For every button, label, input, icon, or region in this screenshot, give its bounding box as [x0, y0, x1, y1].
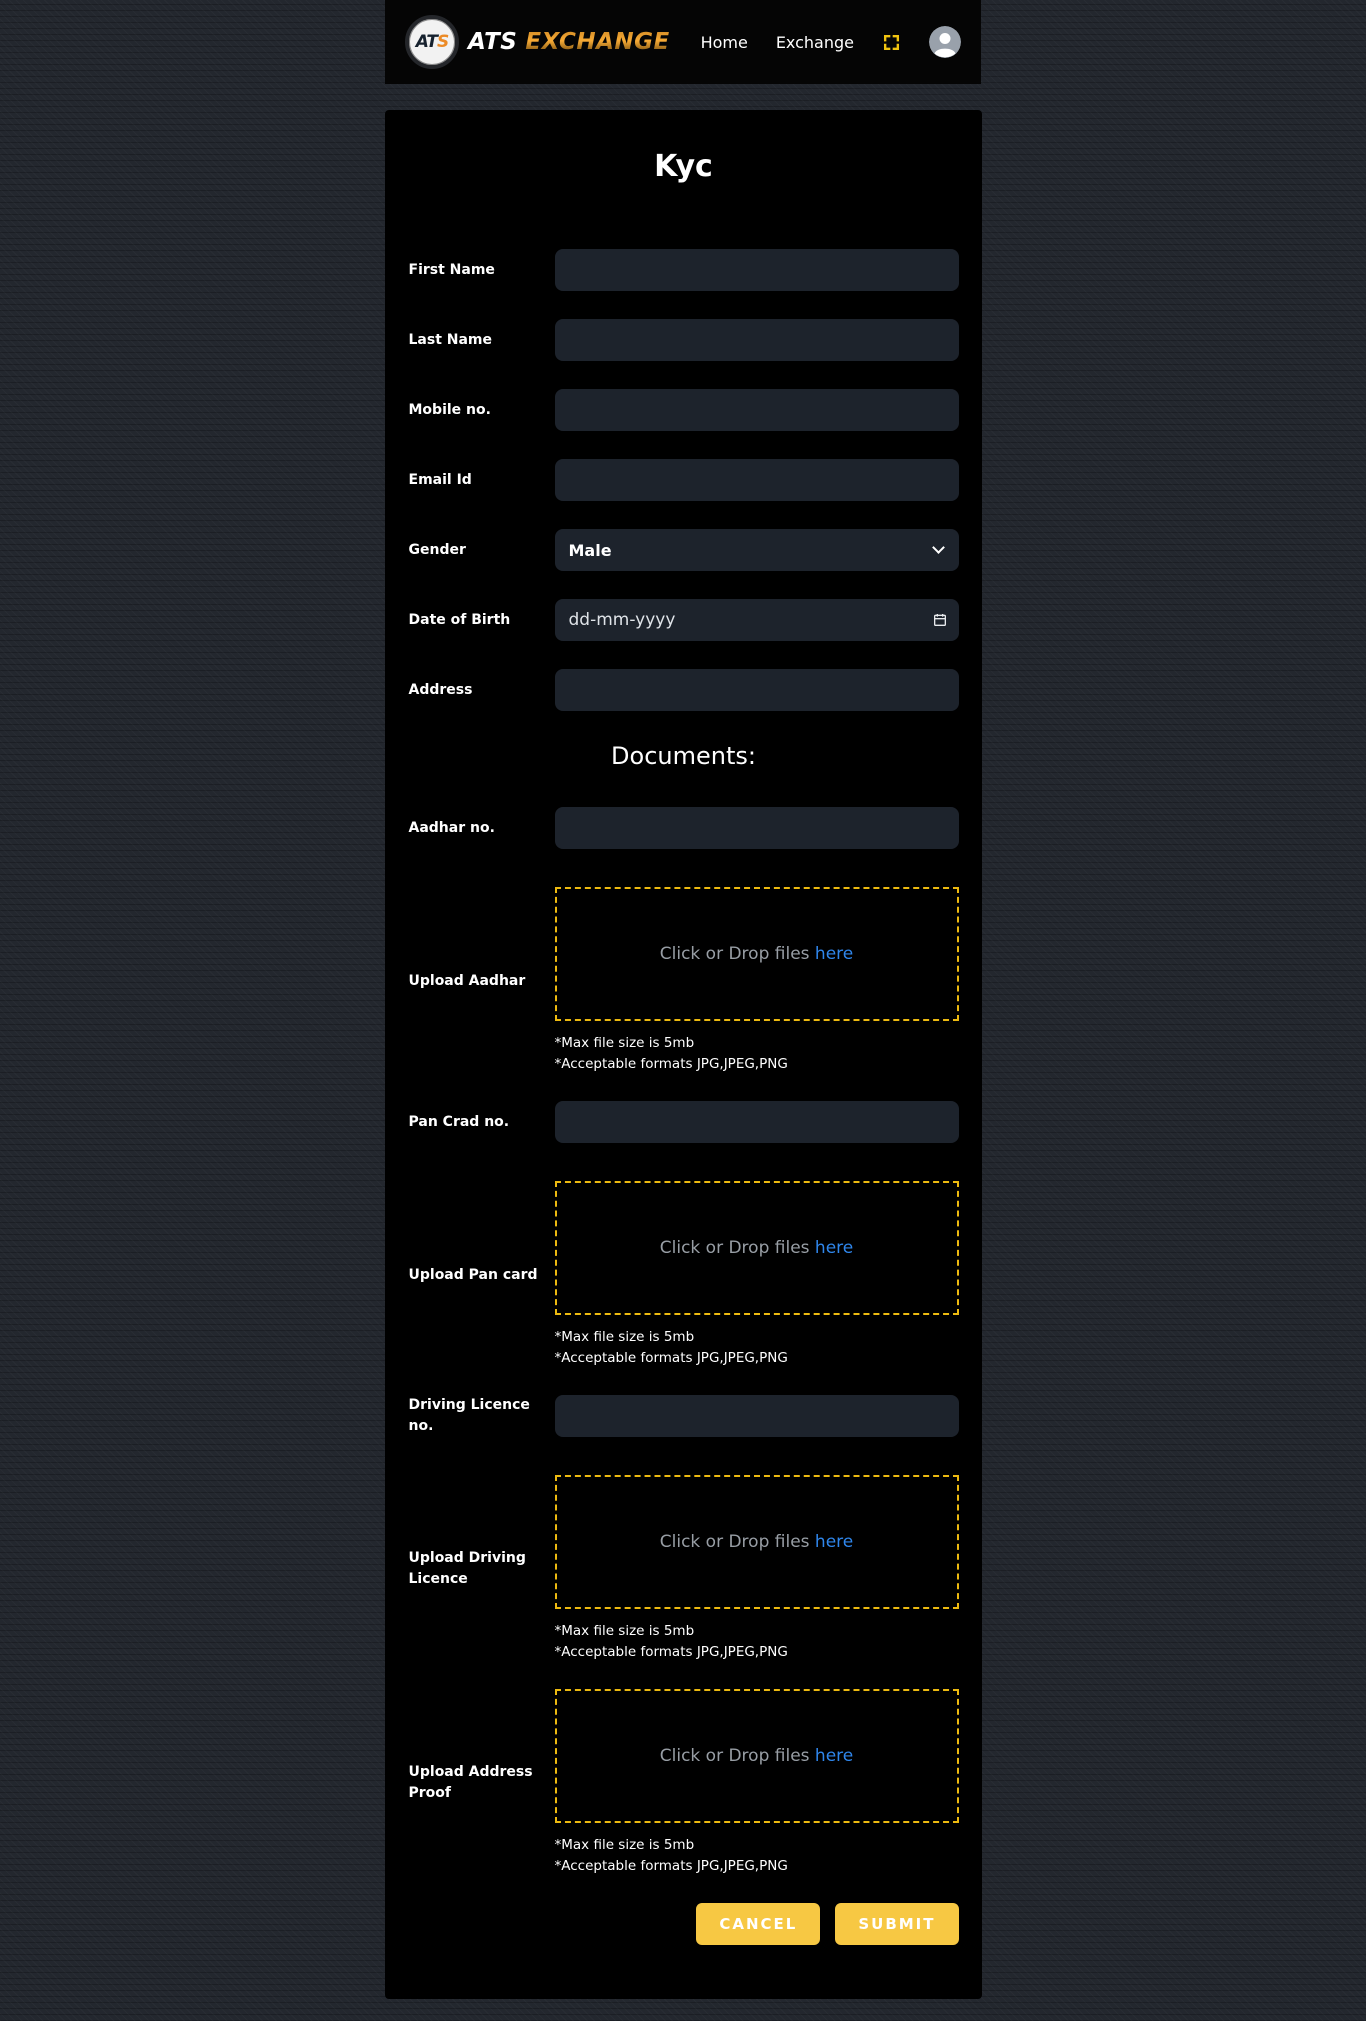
note-max-size: *Max file size is 5mb [555, 1621, 959, 1642]
form-row-last-name: Last Name [409, 319, 959, 361]
upload-notes: *Max file size is 5mb *Acceptable format… [555, 1033, 959, 1075]
last-name-input[interactable] [555, 319, 959, 361]
first-name-label: First Name [409, 260, 555, 281]
nav-link-home[interactable]: Home [701, 33, 748, 52]
dropzone-here-link[interactable]: here [815, 1746, 853, 1766]
form-row-aadhar-no: Aadhar no. [409, 807, 959, 849]
pan-dropzone[interactable]: Click or Drop files here [555, 1181, 959, 1315]
upload-notes: *Max file size is 5mb *Acceptable format… [555, 1327, 959, 1369]
form-row-mobile: Mobile no. [409, 389, 959, 431]
licence-no-label: Driving Licence no. [409, 1395, 555, 1437]
pan-no-input[interactable] [555, 1101, 959, 1143]
upload-row-aadhar: Upload Aadhar Click or Drop files here *… [409, 887, 959, 1075]
upload-row-address-proof: Upload Address Proof Click or Drop files… [409, 1689, 959, 1877]
top-navbar: ATS ATS EXCHANGE Home Exchange [385, 0, 981, 84]
licence-dropzone[interactable]: Click or Drop files here [555, 1475, 959, 1609]
aadhar-no-label: Aadhar no. [409, 818, 555, 839]
calendar-icon[interactable] [932, 612, 948, 628]
upload-notes: *Max file size is 5mb *Acceptable format… [555, 1621, 959, 1663]
form-row-gender: Gender Male [409, 529, 959, 571]
upload-aadhar-label: Upload Aadhar [409, 971, 555, 992]
nav-link-exchange[interactable]: Exchange [776, 33, 854, 52]
fullscreen-icon[interactable] [882, 33, 901, 52]
dob-input[interactable] [555, 599, 959, 641]
brand-name-secondary: EXCHANGE [525, 29, 669, 55]
note-max-size: *Max file size is 5mb [555, 1033, 959, 1054]
upload-licence-label: Upload Driving Licence [409, 1548, 555, 1590]
upload-notes: *Max file size is 5mb *Acceptable format… [555, 1835, 959, 1877]
form-row-licence-no: Driving Licence no. [409, 1395, 959, 1437]
page-title: Kyc [409, 144, 959, 189]
gender-label: Gender [409, 540, 555, 561]
mobile-input[interactable] [555, 389, 959, 431]
form-actions: CANCEL SUBMIT [409, 1903, 959, 1945]
note-max-size: *Max file size is 5mb [555, 1327, 959, 1348]
aadhar-no-input[interactable] [555, 807, 959, 849]
brand-badge-text-orange: S [437, 32, 448, 52]
pan-no-label: Pan Crad no. [409, 1112, 555, 1133]
note-formats: *Acceptable formats JPG,JPEG,PNG [555, 1642, 959, 1663]
kyc-form: First Name Last Name Mobile no. Email Id… [409, 249, 959, 1945]
last-name-label: Last Name [409, 330, 555, 351]
documents-heading: Documents: [409, 739, 959, 773]
form-row-dob: Date of Birth [409, 599, 959, 641]
kyc-card: Kyc First Name Last Name Mobile no. Emai… [385, 110, 982, 1999]
submit-button[interactable]: SUBMIT [835, 1903, 958, 1945]
upload-row-licence: Upload Driving Licence Click or Drop fil… [409, 1475, 959, 1663]
dob-label: Date of Birth [409, 610, 555, 631]
dropzone-text: Click or Drop files [660, 1746, 810, 1766]
gender-select[interactable]: Male [555, 529, 959, 571]
form-row-pan-no: Pan Crad no. [409, 1101, 959, 1143]
note-formats: *Acceptable formats JPG,JPEG,PNG [555, 1054, 959, 1075]
form-row-address: Address [409, 669, 959, 711]
upload-row-pan: Upload Pan card Click or Drop files here… [409, 1181, 959, 1369]
gender-select-wrap: Male [555, 529, 959, 571]
address-proof-dropzone[interactable]: Click or Drop files here [555, 1689, 959, 1823]
note-formats: *Acceptable formats JPG,JPEG,PNG [555, 1348, 959, 1369]
note-formats: *Acceptable formats JPG,JPEG,PNG [555, 1856, 959, 1877]
brand-logo[interactable]: ATS ATS EXCHANGE [405, 15, 670, 69]
aadhar-dropzone[interactable]: Click or Drop files here [555, 887, 959, 1021]
user-avatar-icon[interactable] [929, 26, 961, 58]
dropzone-text: Click or Drop files [660, 1532, 810, 1552]
dropzone-here-link[interactable]: here [815, 944, 853, 964]
address-input[interactable] [555, 669, 959, 711]
email-label: Email Id [409, 470, 555, 491]
form-row-email: Email Id [409, 459, 959, 501]
brand-badge-icon: ATS [405, 15, 459, 69]
dropzone-here-link[interactable]: here [815, 1238, 853, 1258]
dob-input-wrap [555, 599, 959, 641]
dropzone-here-link[interactable]: here [815, 1532, 853, 1552]
first-name-input[interactable] [555, 249, 959, 291]
upload-pan-label: Upload Pan card [409, 1265, 555, 1286]
note-max-size: *Max file size is 5mb [555, 1835, 959, 1856]
brand-name-primary: ATS [468, 29, 517, 55]
cancel-button[interactable]: CANCEL [696, 1903, 820, 1945]
brand-wordmark: ATS EXCHANGE [468, 29, 670, 55]
form-row-first-name: First Name [409, 249, 959, 291]
address-label: Address [409, 680, 555, 701]
upload-address-proof-label: Upload Address Proof [409, 1762, 555, 1804]
dropzone-text: Click or Drop files [660, 1238, 810, 1258]
mobile-label: Mobile no. [409, 400, 555, 421]
brand-badge-text-dark: AT [416, 32, 437, 52]
email-input[interactable] [555, 459, 959, 501]
dropzone-text: Click or Drop files [660, 944, 810, 964]
licence-no-input[interactable] [555, 1395, 959, 1437]
